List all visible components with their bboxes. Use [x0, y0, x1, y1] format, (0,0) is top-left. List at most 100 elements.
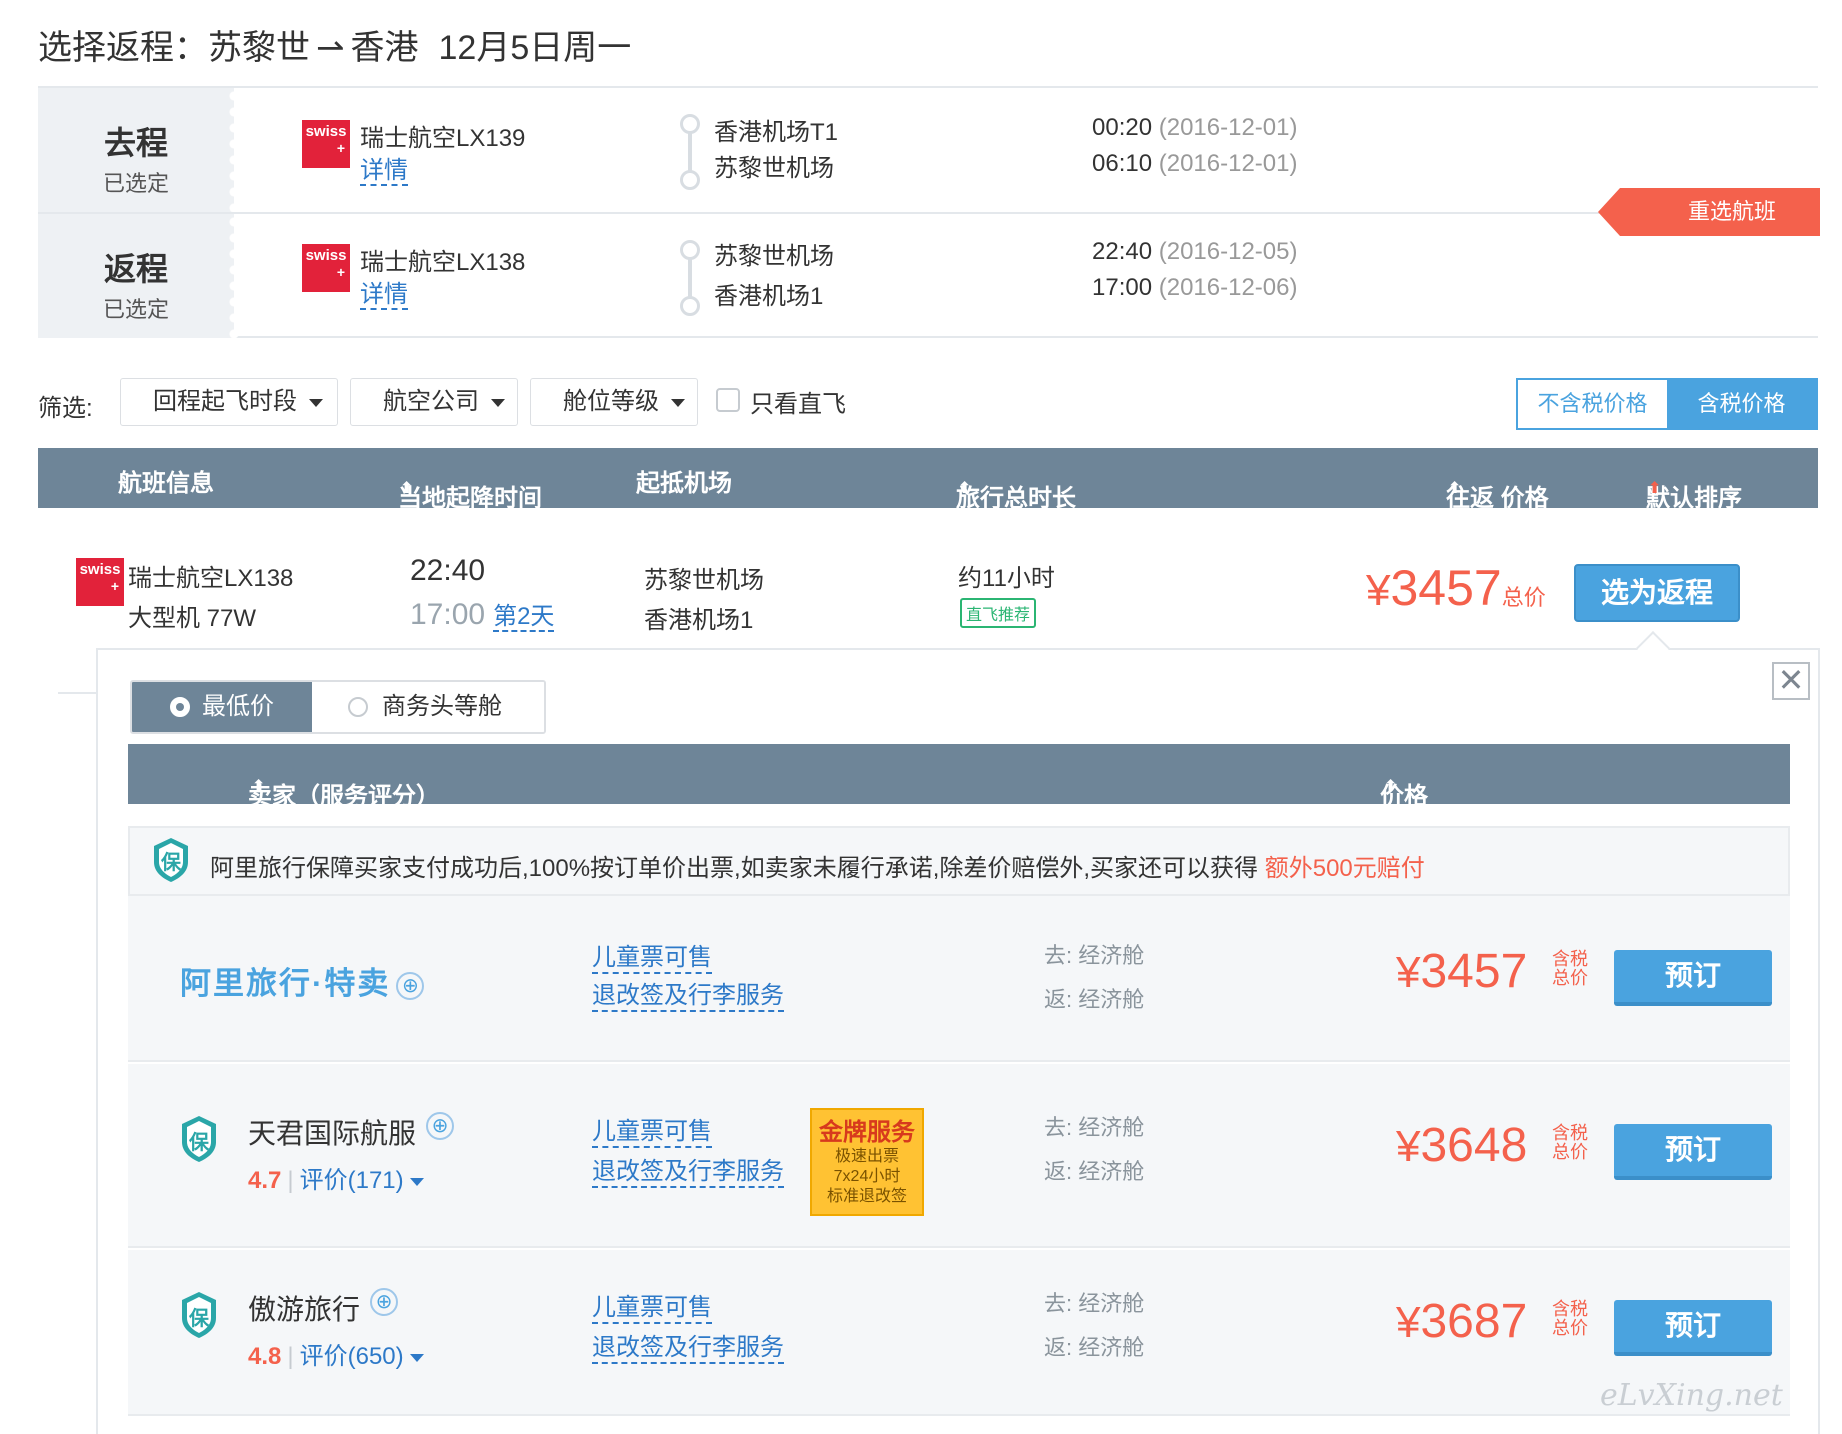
tab-business-first[interactable]: 商务头等舱 — [312, 682, 544, 732]
tab-lowest-price[interactable]: 最低价 — [132, 682, 312, 732]
outbound-airline: 瑞士航空LX139 — [360, 125, 526, 152]
shield-icon: 保 — [154, 838, 188, 882]
book-button[interactable]: 预订 — [1614, 950, 1772, 1006]
seller-price: ¥3687 — [1396, 1295, 1528, 1348]
book-button[interactable]: 预订 — [1614, 1300, 1772, 1356]
return-cabin: 返: 经济舱 — [1044, 987, 1145, 1012]
seller-name[interactable]: 天君国际航服 ⊕ — [248, 1112, 455, 1152]
flight-duration: 约11小时 — [958, 565, 1055, 592]
cabin-class-dropdown[interactable]: 舱位等级 — [530, 378, 698, 426]
outbound-dep-time: 00:20 (2016-12-01) — [1092, 114, 1298, 141]
seller-table-header: 卖家（服务评分） ⬆ 价格 ⬆ — [128, 744, 1790, 810]
child-ticket-link[interactable]: 儿童票可售 — [592, 1294, 712, 1324]
return-from-airport: 苏黎世机场 — [714, 243, 834, 270]
flight-arr-airport: 香港机场1 — [644, 607, 754, 634]
ali-travel-logo: 阿里旅行·特卖 ⊕ — [180, 958, 425, 1003]
seller-rating[interactable]: 4.8 | 评价(650) — [248, 1336, 424, 1371]
flight-arr-time: 17:00 第2天 — [410, 598, 555, 632]
reselect-flight-button[interactable]: 重选航班 — [1598, 188, 1820, 236]
return-time-dropdown[interactable]: 回程起飞时段 — [120, 378, 338, 426]
seller-name[interactable]: 傲游旅行 ⊕ — [248, 1288, 399, 1328]
outbound-detail-link[interactable]: 详情 — [360, 158, 408, 186]
close-icon[interactable]: ✕ — [1772, 662, 1810, 700]
chevron-down-icon — [409, 1353, 424, 1362]
svg-text:保: 保 — [188, 1306, 210, 1330]
flight-dep-airport: 苏黎世机场 — [644, 567, 764, 594]
return-cabin: 返: 经济舱 — [1044, 1335, 1145, 1360]
guarantee-text: 阿里旅行保障买家支付成功后,100%按订单价出票,如卖家未履行承诺,除差价赔偿外… — [210, 855, 1425, 882]
price-no-tax-option[interactable]: 不含税价格 — [1518, 380, 1667, 428]
route-arrow-icon: ⇀ — [316, 29, 345, 67]
outbound-tag-label: 去程 — [103, 125, 168, 161]
filter-label: 筛选: — [38, 395, 93, 422]
flight-dep-time: 22:40 — [410, 554, 486, 587]
outbound-cabin: 去: 经济舱 — [1044, 1115, 1145, 1140]
flight-table-header: 航班信息 当地起降时间 ⬆ 起抵机场 旅行总时长 ⬆ 往返 价格 ⬆ 默认排序 ⬆ — [38, 448, 1818, 512]
swiss-logo-icon: swiss + — [76, 558, 124, 606]
outbound-cabin: 去: 经济舱 — [1044, 1291, 1145, 1316]
col-airports: 起抵机场 — [636, 470, 732, 497]
title-date: 12月5日周一 — [438, 29, 632, 67]
sort-arrow-icon: ⬆ — [400, 480, 414, 497]
child-ticket-link[interactable]: 儿童票可售 — [592, 1118, 712, 1148]
tax-included-label: 含税总价 — [1552, 949, 1588, 988]
swiss-logo-icon: swiss + — [302, 120, 350, 168]
outbound-status: 已选定 — [102, 171, 169, 196]
chevron-down-icon — [309, 398, 323, 407]
certified-icon: ⊕ — [426, 1112, 455, 1140]
return-arr-time: 17:00 (2016-12-06) — [1092, 274, 1298, 301]
seller-price: ¥3648 — [1396, 1119, 1528, 1172]
refund-policy-link[interactable]: 退改签及行李服务 — [592, 982, 784, 1012]
selected-outbound-row: 去程 已选定 swiss + 瑞士航空LX139 详情 香港机场T1 苏黎世机场 … — [38, 86, 1818, 212]
refund-policy-link[interactable]: 退改签及行李服务 — [592, 1158, 784, 1188]
airline-dropdown[interactable]: 航空公司 — [350, 378, 518, 426]
outbound-cabin: 去: 经济舱 — [1044, 943, 1145, 968]
select-as-return-button[interactable]: 选为返程 — [1574, 564, 1740, 622]
certified-icon: ⊕ — [396, 971, 425, 1000]
return-status: 已选定 — [102, 297, 169, 322]
sort-arrow-icon: ⬆ — [1384, 778, 1398, 795]
watermark: eLvXing.net — [1600, 1378, 1783, 1413]
sort-arrow-icon: ⬆ — [252, 778, 266, 795]
svg-text:保: 保 — [160, 850, 182, 874]
divider — [58, 692, 98, 694]
next-day-link[interactable]: 第2天 — [493, 603, 555, 632]
chevron-down-icon — [409, 1177, 424, 1186]
page-title: 选择返程：苏黎世 ⇀ 香港 12月5日周一 — [38, 20, 631, 69]
tax-included-label: 含税总价 — [1552, 1299, 1588, 1338]
outbound-from-airport: 香港机场T1 — [714, 119, 839, 146]
sort-arrow-icon: ⬆ — [958, 480, 972, 497]
direct-only-label[interactable]: 只看直飞 — [750, 384, 846, 419]
currency-symbol: ¥ — [1366, 566, 1391, 615]
direct-recommend-badge: 直飞推荐 — [960, 598, 1037, 628]
seller-rating[interactable]: 4.7 | 评价(171) — [248, 1160, 424, 1195]
outbound-arr-time: 06:10 (2016-12-01) — [1092, 150, 1298, 177]
refund-policy-link[interactable]: 退改签及行李服务 — [592, 1334, 784, 1364]
shield-icon: 保 — [182, 1116, 216, 1162]
flight-price: ¥3457总价 — [1366, 560, 1546, 616]
child-ticket-link[interactable]: 儿童票可售 — [592, 944, 712, 974]
flight-aircraft: 大型机 77W — [128, 605, 257, 632]
book-button[interactable]: 预订 — [1614, 1124, 1772, 1180]
svg-text:保: 保 — [188, 1130, 210, 1154]
sort-arrow-icon: ⬆ — [1448, 480, 1462, 497]
swiss-logo-icon: swiss + — [302, 244, 350, 292]
route-dots-icon — [678, 240, 702, 316]
direct-only-checkbox[interactable] — [716, 388, 740, 412]
col-flight-info: 航班信息 — [118, 470, 214, 497]
price-with-tax-option[interactable]: 含税价格 — [1667, 380, 1816, 428]
return-detail-link[interactable]: 详情 — [360, 282, 408, 310]
radio-icon — [348, 697, 368, 717]
return-cabin: 返: 经济舱 — [1044, 1159, 1145, 1184]
title-origin: 选择返程：苏黎世 — [38, 29, 310, 67]
chevron-down-icon — [671, 398, 685, 407]
seller-price: ¥3457 — [1396, 945, 1528, 998]
route-dots-icon — [678, 114, 702, 190]
guarantee-highlight: 额外500元赔付 — [1264, 855, 1425, 882]
seller-row: 保 天君国际航服 ⊕ 4.7 | 评价(171) 儿童票可售 退改签及行李服务 金牌服… — [128, 1064, 1790, 1248]
outbound-to-airport: 苏黎世机场 — [714, 155, 834, 182]
cabin-tab-group: 最低价 商务头等舱 — [130, 680, 546, 734]
selected-return-row: 返程 已选定 swiss + 瑞士航空LX138 详情 苏黎世机场 香港机场1 2… — [38, 212, 1818, 338]
return-tag: 返程 已选定 — [38, 214, 242, 338]
selected-flights-panel: 去程 已选定 swiss + 瑞士航空LX139 详情 香港机场T1 苏黎世机场 … — [38, 86, 1818, 338]
